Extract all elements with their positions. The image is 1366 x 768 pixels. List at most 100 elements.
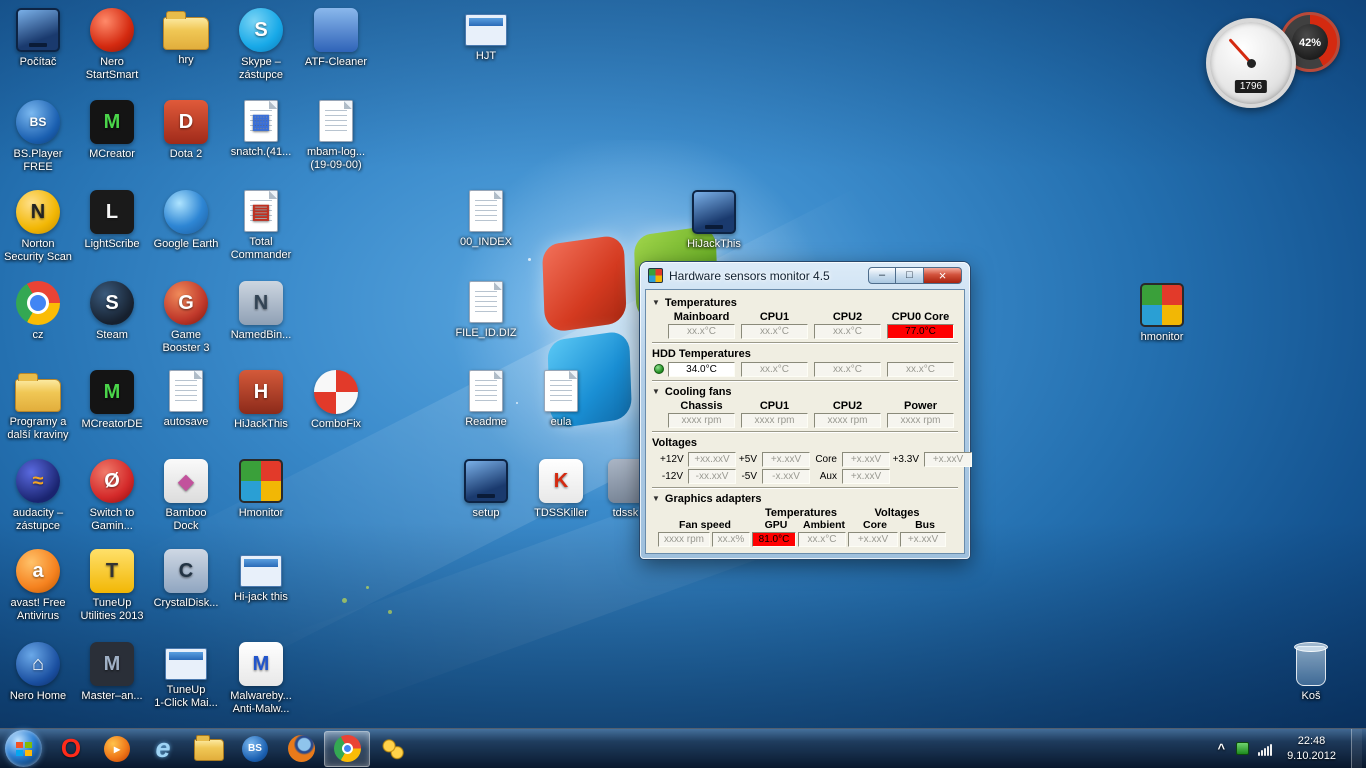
malwarebytes-icon: M [239, 642, 283, 686]
sparkle [388, 610, 392, 614]
desktop-icon-master-an[interactable]: MMaster–an... [74, 642, 150, 703]
namedbin-icon: N [239, 281, 283, 325]
gpu-ambient-temp-field: xx.x°C [798, 532, 846, 547]
desktop-icon-label: LightScribe [74, 238, 150, 251]
desktop-icon-document[interactable]: FILE_ID.DIZ [448, 281, 524, 340]
desktop-icon-switch-gaming[interactable]: ØSwitch to Gamin... [74, 459, 150, 533]
desktop-icon-combofix[interactable]: ComboFix [298, 370, 374, 431]
titlebar[interactable]: Hardware sensors monitor 4.5 – □ × [645, 262, 965, 289]
desktop-icon-audacity[interactable]: ≈audacity – zástupce [0, 459, 76, 533]
opera-taskbar-button[interactable]: O [48, 729, 94, 768]
minimize-button[interactable]: – [868, 267, 896, 284]
ram-usage-value: 42% [1283, 37, 1337, 49]
windows-explorer-icon [194, 739, 224, 761]
desktop-icon-malwarebytes[interactable]: M Malwareby... Anti-Malw... [223, 642, 299, 716]
desktop-icon-folder[interactable]: hry [148, 8, 224, 67]
tdsskiller-icon: K [539, 459, 583, 503]
hmonitor-icon [239, 459, 283, 503]
desktop-icon-steam[interactable]: SSteam [74, 281, 150, 342]
desktop-icon-namedbin[interactable]: NNamedBin... [223, 281, 299, 342]
bs-player-taskbar-button[interactable]: BS [232, 729, 278, 768]
desktop-icon-video-file[interactable]: ▦snatch.(41... [223, 100, 299, 159]
desktop-icon-document[interactable]: eula [523, 370, 599, 429]
firefox-icon [288, 735, 315, 762]
document-icon [169, 370, 203, 412]
desktop-icon-google-earth[interactable]: Google Earth [148, 190, 224, 251]
desktop-icon-hjt[interactable]: HJT [448, 8, 524, 63]
desktop-icon-bsplayer[interactable]: BSBS.Player FREE [0, 100, 76, 174]
setup-icon [464, 459, 508, 503]
desktop-icon-norton[interactable]: NNorton Security Scan [0, 190, 76, 264]
google-earth-icon [164, 190, 208, 234]
desktop-icon-dota2[interactable]: DDota 2 [148, 100, 224, 161]
cpu-meter-gadget[interactable]: 42% 1796 [1206, 12, 1340, 112]
chrome-taskbar-button[interactable] [324, 731, 370, 767]
start-button[interactable] [5, 730, 42, 767]
nero-home-icon: ⌂ [16, 642, 60, 686]
desktop-icon-log-file[interactable]: mbam-log... (19-09-00) [298, 100, 374, 172]
desktop-icon-label: Norton Security Scan [0, 238, 76, 264]
group-header: Temperatures [754, 507, 848, 519]
desktop-icon-atf-cleaner[interactable]: ATF-Cleaner [298, 8, 374, 69]
collapse-icon: ▼ [652, 495, 660, 503]
desktop-icon-chrome[interactable]: cz [0, 281, 76, 342]
keys-taskbar-button[interactable] [370, 729, 416, 768]
media-player-taskbar-button[interactable]: ▸ [94, 729, 140, 768]
desktop-icon-game-booster[interactable]: GGame Booster 3 [148, 281, 224, 355]
steam-icon: S [90, 281, 134, 325]
desktop-icon-mcreator-de[interactable]: MMCreatorDE [74, 370, 150, 431]
desktop-icon-label: Malwareby... Anti-Malw... [223, 690, 299, 716]
fans-section-header[interactable]: ▼ Cooling fans [652, 384, 958, 399]
desktop-icon-document[interactable]: Readme [448, 370, 524, 429]
graphics-section-header[interactable]: ▼ Graphics adapters [652, 491, 958, 506]
show-hidden-icons-button[interactable]: ^ [1215, 741, 1227, 756]
desktop-icon-setup[interactable]: setup [448, 459, 524, 520]
desktop-icon-label: Switch to Gamin... [74, 507, 150, 533]
windows-flag-icon [16, 742, 32, 756]
desktop-icon-mcreator[interactable]: MMCreator [74, 100, 150, 161]
crystaldisk-icon: C [164, 549, 208, 593]
tray-app-icon[interactable] [1236, 742, 1249, 755]
firefox-taskbar-button[interactable] [278, 729, 324, 768]
desktop-icon-tuneup[interactable]: TTuneUp Utilities 2013 [74, 549, 150, 623]
desktop-icon-computer[interactable]: Počítač [0, 8, 76, 69]
desktop-icon-avast[interactable]: aavast! Free Antivirus [0, 549, 76, 623]
cpu-gauge: 1796 [1206, 18, 1296, 108]
close-button[interactable]: × [924, 267, 962, 284]
desktop-icon-recycle-bin[interactable]: Koš [1273, 644, 1349, 703]
voltage-label: Core [812, 454, 840, 465]
desktop-icon-hijack-this[interactable]: Hi-jack this [223, 549, 299, 604]
internet-explorer-taskbar-button[interactable]: e [140, 729, 186, 768]
gpu-bus-voltage-field: +x.xxV [900, 532, 946, 547]
desktop-icon-hijackthis[interactable]: HiJackThis [676, 190, 752, 251]
desktop-icon-bamboo-dock[interactable]: ◆Bamboo Dock [148, 459, 224, 533]
desktop-icon-lightscribe[interactable]: LLightScribe [74, 190, 150, 251]
desktop-icon-hijackthis-app[interactable]: HHiJackThis [223, 370, 299, 431]
tuneup-icon: T [90, 549, 134, 593]
desktop-icon-tuneup-oneclick[interactable]: TuneUp 1-Click Mai... [148, 642, 224, 710]
maximize-button[interactable]: □ [896, 267, 924, 284]
network-icon[interactable] [1258, 742, 1272, 756]
desktop-icon-folder[interactable]: Programy a další kraviny [0, 370, 76, 442]
desktop-icon-total-commander[interactable]: ▤Total Commander [223, 190, 299, 262]
desktop-icon-hmonitor[interactable]: Hmonitor [223, 459, 299, 520]
show-desktop-button[interactable] [1351, 729, 1362, 768]
desktop-icon-document[interactable]: 00_INDEX [448, 190, 524, 249]
column-header: CPU2 [814, 311, 881, 323]
temperatures-section-header[interactable]: ▼ Temperatures [652, 295, 958, 310]
desktop-icon-label: ComboFix [298, 418, 374, 431]
desktop-icon-crystaldisk[interactable]: CCrystalDisk... [148, 549, 224, 610]
desktop-icon-tdsskiller[interactable]: KTDSSKiller [523, 459, 599, 520]
desktop-icon-skype[interactable]: SSkype – zástupce [223, 8, 299, 82]
cpu2-temp-field: xx.x°C [814, 324, 881, 339]
windows-explorer-taskbar-button[interactable] [186, 729, 232, 768]
desktop-icon-nero-home[interactable]: ⌂Nero Home [0, 642, 76, 703]
taskbar-clock[interactable]: 22:48 9.10.2012 [1281, 734, 1342, 763]
desktop-icon-label: HJT [448, 50, 524, 63]
nero-startsmart-icon [90, 8, 134, 52]
desktop-icon-label: Skype – zástupce [223, 56, 299, 82]
desktop-icon-document[interactable]: autosave [148, 370, 224, 429]
desktop-icon-label: Bamboo Dock [148, 507, 224, 533]
desktop-icon-nero-startsmart[interactable]: Nero StartSmart [74, 8, 150, 82]
desktop-icon-hmonitor[interactable]: hmonitor [1124, 283, 1200, 344]
